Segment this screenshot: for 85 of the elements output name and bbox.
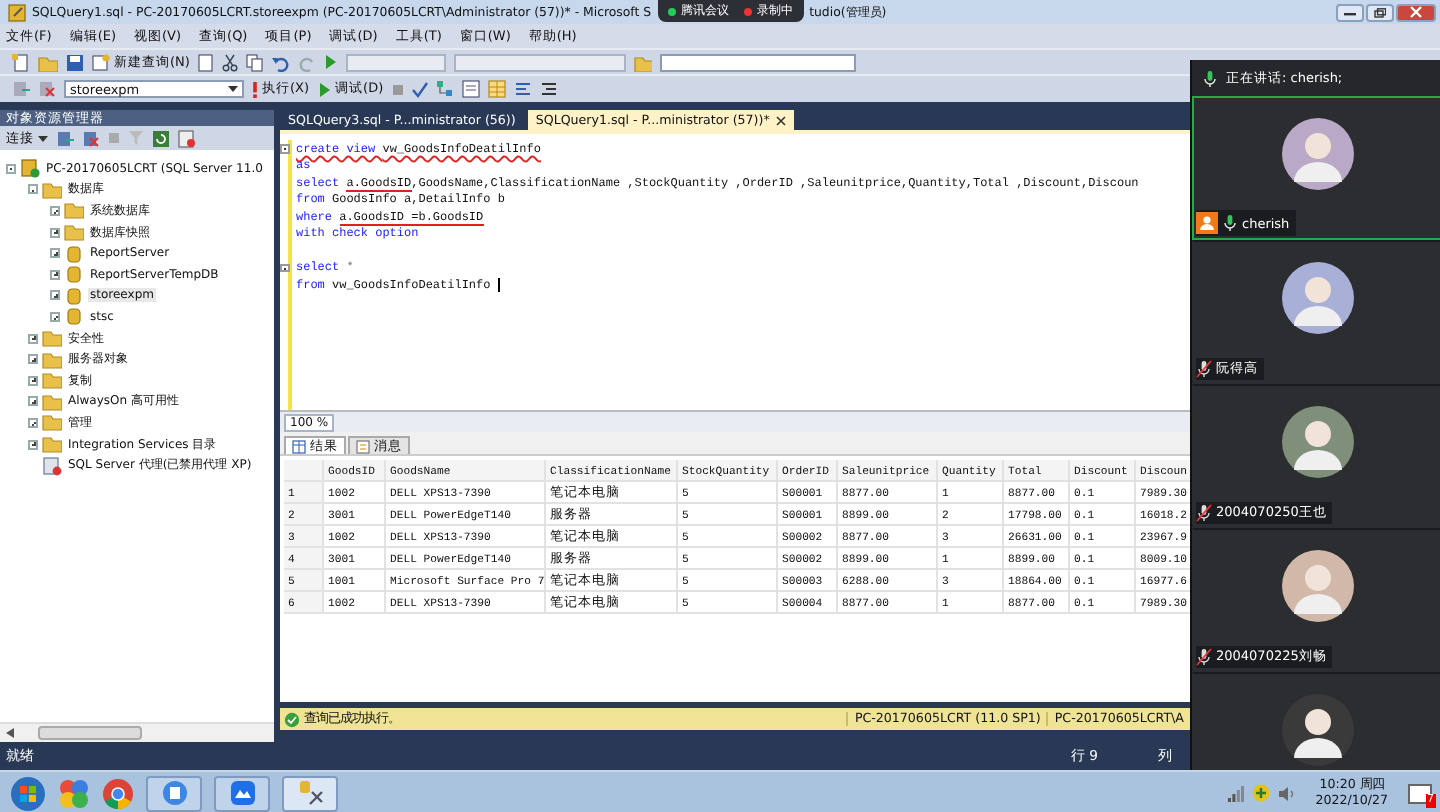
folder-icon [42,412,62,433]
expand-toggle[interactable] [50,290,60,301]
app-icon [8,3,26,21]
folder-icon [42,328,62,349]
avatar [1281,406,1353,478]
muted-microphone-icon [1196,360,1212,378]
agent-icon [42,455,62,476]
avatar [1281,262,1353,334]
folder-icon [64,200,84,221]
indent-icon[interactable] [539,80,558,98]
expand-toggle[interactable] [50,248,60,259]
signal-icon[interactable] [1227,785,1244,801]
avatar [1281,694,1353,766]
expand-toggle[interactable] [28,417,38,428]
scrollbar[interactable] [0,722,274,742]
find-field[interactable] [659,53,856,71]
minimize-button[interactable] [1336,3,1364,21]
caret-icon [228,86,238,92]
database-icon [64,264,84,285]
save-icon[interactable] [66,53,84,71]
disconnect-icon[interactable] [38,80,56,98]
avatar [1281,118,1353,190]
avatar [1281,550,1353,622]
activity-monitor-icon[interactable] [178,129,196,147]
microphone-icon [1202,69,1218,87]
close-button[interactable] [1396,3,1436,21]
microphone-icon [1222,214,1238,232]
collapse-toggle[interactable] [28,184,38,195]
restore-icon [1374,7,1386,17]
expand-toggle[interactable] [50,311,60,322]
arrow-left-icon [6,728,14,738]
results-text-icon[interactable] [461,80,480,98]
taskbar-app-button[interactable] [146,775,202,811]
taskbar-app-button[interactable] [282,775,338,811]
server-icon [20,158,40,179]
expand-toggle[interactable] [28,354,38,365]
database-icon [64,306,84,327]
folder-icon [42,391,62,412]
fold-toggle[interactable] [280,263,289,272]
exclamation-icon [252,81,258,97]
copy-icon[interactable] [245,53,264,71]
refresh-icon[interactable] [152,129,170,147]
taskbar-app-button[interactable] [214,775,270,811]
muted-microphone-icon [1196,648,1212,666]
comment-icon[interactable] [513,80,532,98]
close-icon [775,115,786,125]
connect-icon[interactable] [56,129,74,147]
folder-icon [42,179,62,200]
new-file-icon[interactable] [12,53,30,71]
minimize-icon [1344,8,1356,16]
new-query-icon [92,53,110,71]
restore-button[interactable] [1366,3,1394,21]
query-plan-icon[interactable] [435,80,454,98]
expand-toggle[interactable] [50,227,60,238]
expand-toggle[interactable] [28,439,38,450]
database-tools-icon [297,780,323,806]
database-icon [64,285,84,306]
folder-icon [42,370,62,391]
document-icon[interactable] [197,53,214,71]
app-icon[interactable] [58,777,90,809]
muted-microphone-icon [1196,504,1212,522]
expand-toggle[interactable] [50,205,60,216]
close-icon [1410,6,1422,18]
disconnect-icon[interactable] [82,129,100,147]
expand-toggle[interactable] [28,375,38,386]
expand-toggle[interactable] [28,333,38,344]
expand-toggle[interactable] [50,269,60,280]
undo-icon[interactable] [271,53,290,71]
expand-toggle[interactable] [28,396,38,407]
app-icon [161,780,187,806]
meeting-app-icon [229,780,255,806]
start-button[interactable] [10,775,46,811]
browser-icon[interactable] [102,777,134,809]
network-icon[interactable] [1251,784,1270,802]
checkmark-icon[interactable] [411,81,428,97]
folder-icon [42,434,62,455]
volume-icon[interactable] [1277,785,1296,801]
fold-toggle[interactable] [280,144,289,153]
folder-icon [64,222,84,243]
database-icon [64,243,84,264]
caret-icon [38,135,48,141]
folder-icon [42,349,62,370]
cut-icon[interactable] [221,53,238,71]
success-icon [284,711,300,727]
collapse-toggle[interactable] [6,163,16,174]
